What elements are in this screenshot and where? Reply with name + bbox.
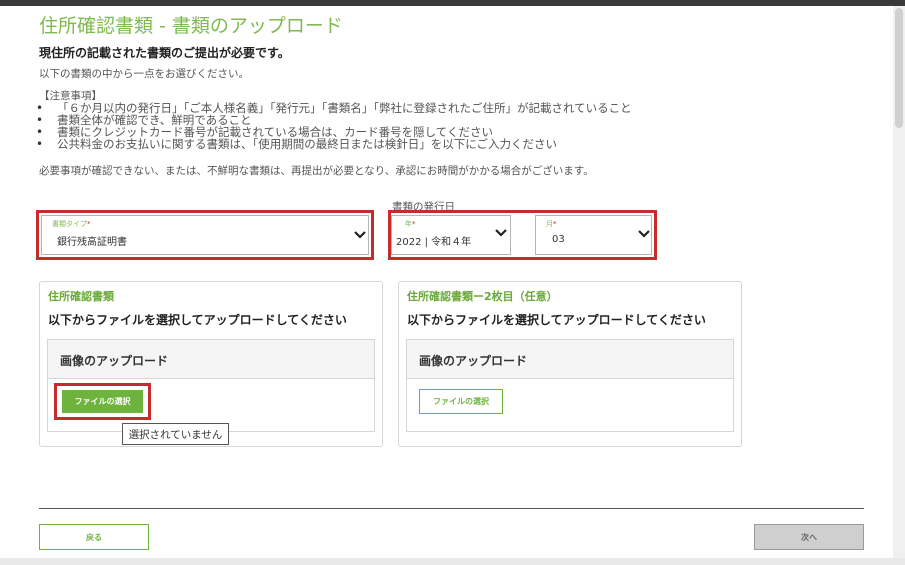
warning-text: 必要事項が確認できない、または、不鮮明な書類は、再提出が必要となり、承認にお時間… <box>39 165 594 177</box>
upload-panel-header: 画像のアップロード <box>407 340 733 379</box>
upload-card-title: 住所確認書類ー2枚目（任意） <box>407 290 558 303</box>
file-status-tooltip: 選択されていません <box>122 423 229 445</box>
chevron-down-icon <box>354 231 366 239</box>
upload-card-description: 以下からファイルを選択してアップロードしてください <box>48 313 347 327</box>
chevron-down-icon <box>638 230 650 238</box>
month-select[interactable]: 月* 03 <box>535 215 652 255</box>
upload-panel-header: 画像のアップロード <box>48 340 374 379</box>
chevron-down-icon <box>495 229 507 237</box>
instruction-text: 以下の書類の中から一点をお選びください。 <box>39 68 249 80</box>
year-select[interactable]: 年* 2022 | 令和４年 <box>391 215 511 255</box>
upload-panel: 画像のアップロード <box>406 339 734 432</box>
month-label: 月* <box>546 220 557 228</box>
notes-list: 「６か月以内の発行日」「ご本人様名義」「発行元」「書類名」「弊社に登録されたご住… <box>36 102 632 150</box>
upload-panel-title: 画像のアップロード <box>60 354 169 368</box>
doc-type-label: 書類タイプ* <box>52 220 91 228</box>
year-value: 2022 | 令和４年 <box>396 237 472 248</box>
month-value: 03 <box>552 234 565 245</box>
doc-type-select[interactable]: 書類タイプ* 銀行残高証明書 <box>41 215 369 255</box>
window-top-bar <box>0 0 905 6</box>
upload-panel-title: 画像のアップロード <box>419 354 528 368</box>
note-item: 公共料金のお支払いに関する書類は、「使用期間の最終日または検針日」を以下にご入力… <box>36 138 632 150</box>
upload-card-title: 住所確認書類 <box>48 290 114 303</box>
choose-file-button-secondary[interactable]: ファイルの選択 <box>419 389 503 414</box>
page-title: 住所確認書類 - 書類のアップロード <box>39 15 343 37</box>
window-bottom-strip <box>0 558 905 565</box>
choose-file-button[interactable]: ファイルの選択 <box>62 390 143 413</box>
upload-card-description: 以下からファイルを選択してアップロードしてください <box>407 313 706 327</box>
page-subtitle: 現住所の記載された書類のご提出が必要です。 <box>39 46 290 60</box>
back-button[interactable]: 戻る <box>39 524 149 550</box>
year-label: 年* <box>405 220 416 228</box>
doc-type-value: 銀行残高証明書 <box>57 237 127 248</box>
scrollbar-thumb[interactable] <box>895 8 903 128</box>
upload-card-secondary: 住所確認書類ー2枚目（任意） 以下からファイルを選択してアップロードしてください… <box>398 281 742 447</box>
footer-divider <box>39 508 864 509</box>
next-button[interactable]: 次へ <box>754 524 864 550</box>
